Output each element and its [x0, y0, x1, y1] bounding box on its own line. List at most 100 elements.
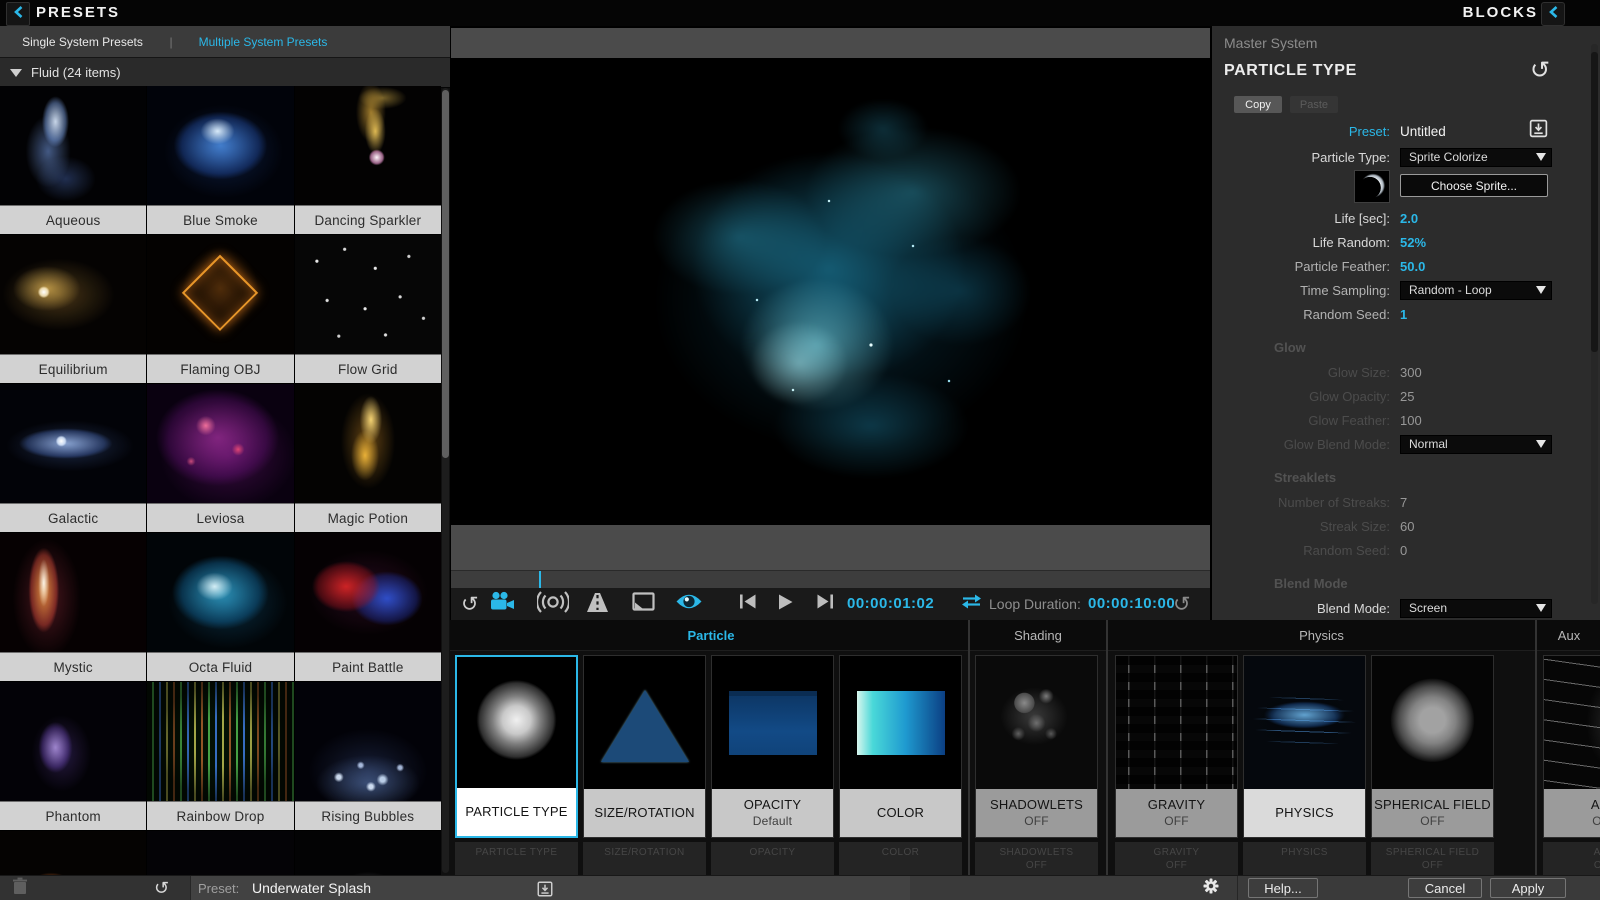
param-label: Life Random: [1312, 234, 1390, 250]
apply-button[interactable]: Apply [1490, 878, 1566, 898]
param-value: 7 [1400, 494, 1408, 510]
reset-preset-button[interactable]: ↺ [154, 876, 169, 900]
preset-card[interactable]: Rainbow Drop [147, 682, 294, 830]
settings-button[interactable] [1202, 876, 1220, 900]
param-value[interactable]: 2.0 [1400, 211, 1418, 226]
param-label: Glow Blend Mode: [1283, 436, 1390, 452]
block-label: PHYSICS [1275, 804, 1334, 820]
preset-thumbnail [0, 86, 147, 205]
collapse-triangle-icon [10, 68, 22, 77]
reset-loop-button[interactable]: ↺ [1173, 588, 1191, 620]
preset-card[interactable]: Phantom [0, 682, 147, 830]
blend-mode-row: Blend Mode: Screen [1212, 596, 1600, 620]
param-value[interactable]: 50.0 [1400, 259, 1425, 274]
preset-tabs: Single System Presets | Multiple System … [0, 26, 450, 57]
camera-button[interactable] [489, 588, 516, 620]
preset-card[interactable]: Paint Battle [294, 533, 441, 681]
save-preset-button[interactable] [536, 876, 554, 900]
block-sublabel: Default [752, 813, 793, 828]
preset-card[interactable]: Magic Potion [294, 384, 441, 532]
preset-card-partial[interactable] [0, 831, 147, 875]
preview-screen-button[interactable] [632, 588, 655, 620]
preset-card[interactable]: Octa Fluid [147, 533, 294, 681]
block-card-gravity[interactable]: GRAVITY OFF [1115, 655, 1238, 838]
particle-type-dropdown[interactable]: Sprite Colorize [1400, 147, 1552, 167]
preset-card[interactable]: Mystic [0, 533, 147, 681]
cancel-button[interactable]: Cancel [1408, 878, 1482, 898]
preset-card-partial[interactable] [294, 831, 441, 875]
preset-thumbnail [294, 86, 441, 205]
param-label: Random Seed: [1303, 306, 1390, 322]
preset-card[interactable]: Aqueous [0, 86, 147, 234]
preset-card[interactable]: Galactic [0, 384, 147, 532]
preset-card-partial[interactable] [147, 831, 294, 875]
blocks-divider [968, 620, 970, 875]
preset-card[interactable]: Leviosa [147, 384, 294, 532]
loop-toggle-button[interactable] [959, 588, 984, 620]
inspector-scrollbar-thumb[interactable] [1591, 52, 1598, 352]
emitter-button[interactable] [535, 588, 571, 620]
preset-scrollbar-thumb[interactable] [442, 90, 449, 458]
reset-block-button[interactable]: ↺ [1530, 58, 1550, 83]
copy-button[interactable]: Copy [1234, 96, 1282, 113]
block-reflection-label: PHYSICS [1243, 842, 1366, 875]
param-row: Streak Size: 60 [1212, 514, 1600, 538]
preview-viewport[interactable] [451, 58, 1211, 525]
tab-shading[interactable]: Shading [971, 620, 1105, 650]
block-sublabel: OFF [1024, 813, 1049, 828]
timeline-scrubber[interactable] [451, 570, 1211, 589]
preset-thumbnail [294, 831, 441, 875]
param-value[interactable]: 1 [1400, 307, 1407, 322]
presets-back-button[interactable] [6, 2, 30, 26]
block-card-opacity[interactable]: OPACITY Default [711, 655, 834, 838]
preset-card[interactable]: Flow Grid [294, 235, 441, 383]
tab-physics[interactable]: Physics [1109, 620, 1534, 650]
play-button[interactable] [777, 588, 794, 620]
prev-frame-button[interactable] [739, 588, 758, 620]
preset-thumbnail [294, 533, 441, 652]
choose-sprite-button[interactable]: Choose Sprite... [1400, 174, 1548, 197]
preset-thumbnail [294, 235, 441, 354]
glow-blend-mode-dropdown[interactable]: Normal [1400, 434, 1552, 454]
tab-particle[interactable]: Particle [455, 620, 967, 650]
tab-aux[interactable]: Aux [1538, 620, 1600, 650]
block-card-shadowlets[interactable]: SHADOWLETS OFF [975, 655, 1098, 838]
visibility-button[interactable] [675, 588, 703, 620]
block-card-aux[interactable]: AUXOFF [1543, 655, 1600, 838]
tab-single-system-presets[interactable]: Single System Presets [0, 35, 165, 49]
blocks-collapse-button[interactable] [1541, 2, 1565, 26]
loop-duration-value[interactable]: 00:00:10:00 [1088, 588, 1175, 620]
reset-view-button[interactable]: ↺ [461, 588, 479, 620]
preset-card[interactable]: Equilibrium [0, 235, 147, 383]
sprite-thumbnail[interactable] [1354, 170, 1390, 203]
tab-multiple-system-presets[interactable]: Multiple System Presets [177, 35, 349, 49]
delete-preset-button[interactable] [12, 876, 28, 900]
block-card-physics[interactable]: PHYSICS [1243, 655, 1366, 838]
preset-card[interactable]: Rising Bubbles [294, 682, 441, 830]
help-button[interactable]: Help... [1248, 878, 1318, 898]
screen-icon [632, 592, 655, 616]
preset-value[interactable]: Untitled [1400, 124, 1446, 139]
preset-scrollbar[interactable] [442, 88, 449, 873]
block-card-spherical-field[interactable]: SPHERICAL FIELD OFF [1371, 655, 1494, 838]
playhead[interactable] [539, 571, 541, 589]
motion-path-button[interactable] [585, 588, 610, 620]
block-card-size-rotation[interactable]: SIZE/ROTATION [583, 655, 706, 838]
time-sampling-dropdown[interactable]: Random - Loop [1400, 280, 1552, 300]
preset-group-header[interactable]: Fluid (24 items) [0, 57, 450, 88]
preset-card[interactable]: Flaming OBJ [147, 235, 294, 383]
save-preset-button[interactable] [1528, 118, 1549, 144]
block-thumbnail [584, 656, 705, 790]
preset-name: Leviosa [147, 503, 294, 532]
preset-card[interactable]: Blue Smoke [147, 86, 294, 234]
inspector-scrollbar[interactable] [1591, 44, 1598, 604]
block-card-color[interactable]: COLOR [839, 655, 962, 838]
preset-card[interactable]: Dancing Sparkler [294, 86, 441, 234]
reset-icon: ↺ [154, 877, 170, 899]
next-frame-button[interactable] [815, 588, 834, 620]
block-card-particle-type[interactable]: PARTICLE TYPE [455, 655, 578, 838]
param-value[interactable]: 52% [1400, 235, 1426, 250]
current-timecode[interactable]: 00:00:01:02 [847, 588, 934, 620]
particle-type-row: Particle Type: Sprite Colorize [1212, 144, 1600, 170]
blend-mode-dropdown[interactable]: Screen [1400, 598, 1552, 618]
